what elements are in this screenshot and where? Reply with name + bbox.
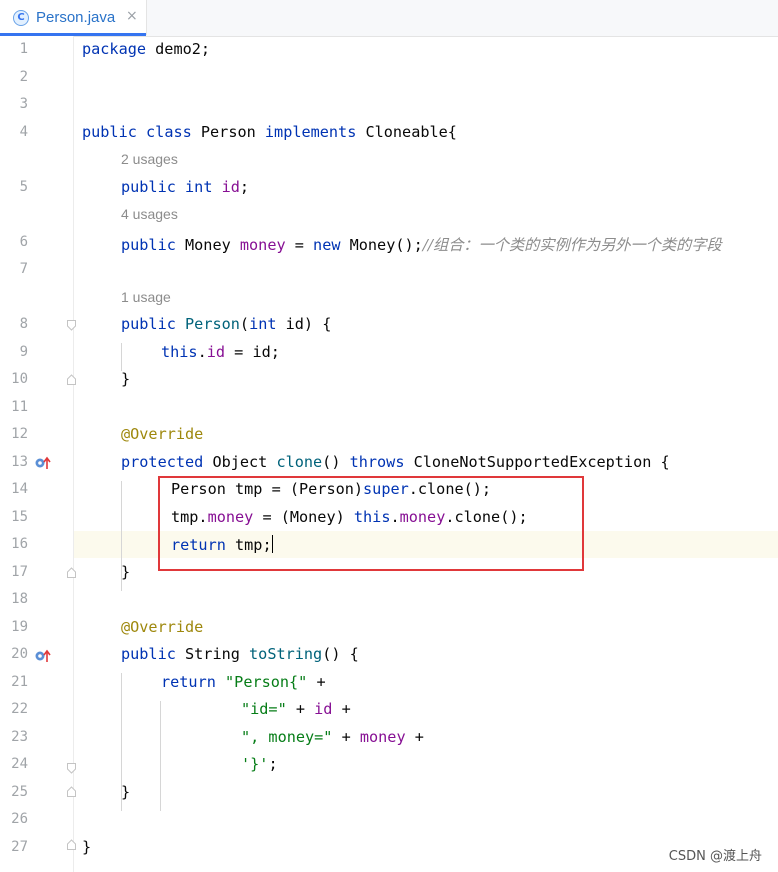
line-number: 3 xyxy=(19,96,28,112)
code-line-19: @Override xyxy=(121,618,204,636)
code-line-12: @Override xyxy=(121,425,204,443)
indent-guide xyxy=(160,701,161,811)
code-line-1: package demo2; xyxy=(82,40,211,58)
code-line-4: public class Person implements Cloneable… xyxy=(82,123,457,141)
code-line-22: "id=" + id + xyxy=(241,700,351,718)
tab-person-java[interactable]: C Person.java × xyxy=(0,0,147,36)
line-number: 17 xyxy=(11,564,28,580)
line-number: 2 xyxy=(19,69,28,85)
highlight-box xyxy=(158,476,584,571)
line-number: 13 xyxy=(11,454,28,470)
line-number: 26 xyxy=(11,811,28,827)
line-number: 27 xyxy=(11,839,28,855)
code-line-13: protected Object clone() throws CloneNot… xyxy=(121,453,670,471)
close-icon[interactable]: × xyxy=(126,8,138,24)
line-number: 23 xyxy=(11,729,28,745)
code-line-8: public Person(int id) { xyxy=(121,315,332,333)
usages-hint[interactable]: 2 usages xyxy=(121,151,178,167)
code-line-9: this.id = id; xyxy=(161,343,280,361)
line-number: 7 xyxy=(19,261,28,277)
usages-hint[interactable]: 4 usages xyxy=(121,206,178,222)
line-number: 8 xyxy=(19,316,28,332)
code-editor[interactable]: 1 2 3 4 5 6 7 8 9 10 11 12 13 14 15 16 1… xyxy=(0,36,778,872)
line-number: 15 xyxy=(11,509,28,525)
indent-guide xyxy=(121,343,122,371)
watermark: CSDN @渡上舟 xyxy=(668,849,762,864)
line-number: 9 xyxy=(19,344,28,360)
code-line-10: } xyxy=(121,370,131,388)
code-line-5: public int id; xyxy=(121,178,250,196)
fold-end-icon[interactable] xyxy=(67,839,76,850)
line-number: 16 xyxy=(11,536,28,552)
line-number: 5 xyxy=(19,179,28,195)
code-line-21: return "Person{" + xyxy=(161,673,326,691)
code-line-27: } xyxy=(82,838,92,856)
line-number: 4 xyxy=(19,124,28,140)
overrides-method-icon[interactable] xyxy=(35,455,53,469)
line-number: 22 xyxy=(11,701,28,717)
usages-hint[interactable]: 1 usage xyxy=(121,289,171,305)
line-number: 14 xyxy=(11,481,28,497)
code-line-25: } xyxy=(121,783,131,801)
line-number: 21 xyxy=(11,674,28,690)
line-number: 18 xyxy=(11,591,28,607)
line-number: 6 xyxy=(19,234,28,250)
fold-start-icon[interactable] xyxy=(67,763,76,774)
editor-tab-bar: C Person.java × xyxy=(0,0,778,37)
code-line-17: } xyxy=(121,563,131,581)
java-class-icon: C xyxy=(13,10,29,26)
line-number: 19 xyxy=(11,619,28,635)
line-number: 11 xyxy=(11,399,28,415)
line-number: 12 xyxy=(11,426,28,442)
overrides-method-icon[interactable] xyxy=(35,648,53,662)
tab-title: Person.java xyxy=(36,9,116,26)
fold-start-icon[interactable] xyxy=(67,320,76,331)
line-number: 1 xyxy=(19,41,28,57)
line-number: 25 xyxy=(11,784,28,800)
line-number: 20 xyxy=(11,646,28,662)
line-number: 24 xyxy=(11,756,28,772)
code-line-24: '}'; xyxy=(241,755,278,773)
code-line-6: public Money money = new Money();//组合：一个… xyxy=(121,236,722,254)
fold-end-icon[interactable] xyxy=(67,786,76,797)
line-number: 10 xyxy=(11,371,28,387)
code-line-20: public String toString() { xyxy=(121,645,359,663)
code-line-23: ", money=" + money + xyxy=(241,728,424,746)
fold-end-icon[interactable] xyxy=(67,374,76,385)
fold-end-icon[interactable] xyxy=(67,567,76,578)
